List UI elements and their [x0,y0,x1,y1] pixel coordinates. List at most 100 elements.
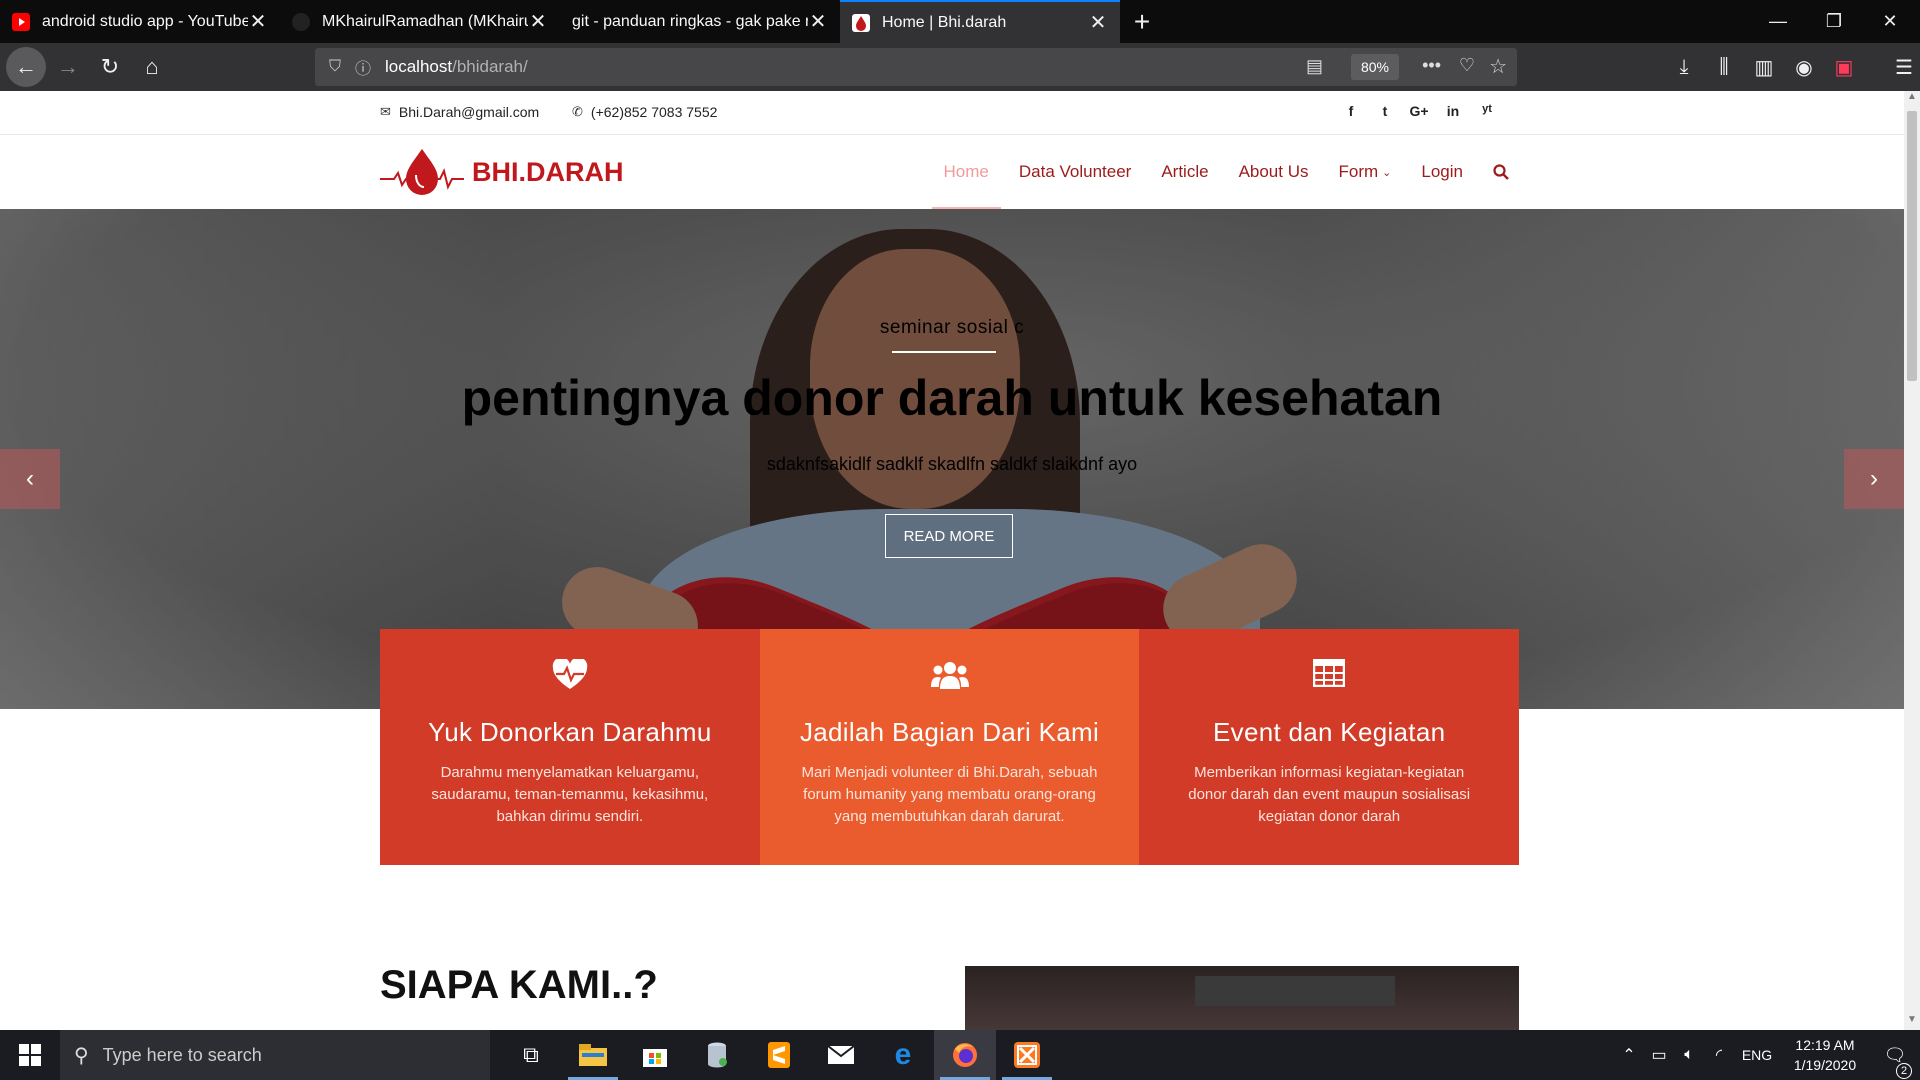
read-more-button[interactable]: READ MORE [885,514,1013,558]
chevron-down-icon: ⌄ [1382,166,1392,179]
table-icon [1139,659,1519,699]
minimize-icon[interactable]: — [1750,0,1806,43]
about-photo [965,966,1519,1030]
account-icon[interactable]: ◉ [1784,55,1824,80]
notification-count: 2 [1896,1062,1912,1079]
task-view-icon[interactable]: ⧉ [500,1030,562,1080]
clock[interactable]: 12:19 AM 1/19/2020 [1780,1035,1870,1075]
feature-title: Jadilah Bagian Dari Kami [799,717,1100,747]
battery-icon[interactable]: ▭ [1644,1045,1674,1065]
more-icon[interactable]: ••• [1422,55,1441,76]
feature-description: Mari Menjadi volunteer di Bhi.Darah, seb… [801,764,1098,825]
show-hidden-icons-icon[interactable]: ⌃ [1614,1045,1644,1065]
hero-divider [892,351,996,353]
search-icon[interactable] [1493,135,1509,209]
slider-prev-icon[interactable]: ‹ [0,449,60,509]
new-tab-icon[interactable]: + [1120,0,1164,43]
menu-icon[interactable]: ☰ [1884,55,1920,80]
navigation-toolbar: ← → ↻ ⌂ ⛉ ⓘ localhost/bhidarah/ ▤ 80% ••… [0,43,1920,91]
google-plus-icon[interactable]: G+ [1402,103,1436,119]
youtube-icon[interactable]: yt [1470,103,1504,119]
restore-icon[interactable]: ❐ [1806,0,1862,43]
file-explorer-icon[interactable] [562,1030,624,1080]
scroll-up-icon[interactable]: ▲ [1904,91,1920,107]
clock-time: 12:19 AM [1795,1037,1855,1053]
database-app-icon[interactable] [686,1030,748,1080]
browser-tab[interactable]: MKhairulRamadhan (MKhairulR ✕ [280,0,560,43]
clock-date: 1/19/2020 [1793,1057,1857,1073]
nav-form-label: Form [1338,162,1379,181]
nav-about-us[interactable]: About Us [1239,135,1309,209]
youtube-icon [12,12,30,31]
tab-title: Home | Bhi.darah [882,13,1007,31]
email-contact[interactable]: ✉ Bhi.Darah@gmail.com [380,104,539,120]
home-icon[interactable]: ⌂ [132,47,172,87]
download-icon[interactable]: ⤓ [1664,56,1704,79]
nav-data-volunteer[interactable]: Data Volunteer [1019,135,1131,209]
network-icon[interactable]: ◜ [1704,1045,1734,1065]
tab-strip: android studio app - YouTube ✕ MKhairulR… [0,0,1920,43]
system-tray: ⌃ ▭ 🔈︎ ◜ ENG 12:19 AM 1/19/2020 🗨︎ 2 [1614,1030,1920,1080]
slider-next-icon[interactable]: › [1844,449,1904,509]
forward-icon[interactable]: → [48,47,88,87]
sidebar-icon[interactable]: ▥ [1744,55,1784,80]
close-tab-icon[interactable]: ✕ [248,9,268,34]
site-header: BHI.DARAH Home Data Volunteer Article Ab… [0,135,1904,209]
main-menu: Home Data Volunteer Article About Us For… [914,135,1510,209]
social-links: f t G+ in yt [1334,103,1504,119]
linkedin-icon[interactable]: in [1436,103,1470,119]
feature-description: Darahmu menyelamatkan keluargamu, saudar… [431,764,709,825]
url-text[interactable]: localhost/bhidarah/ [385,57,528,77]
extension-icon[interactable]: ▣ [1824,55,1864,80]
browser-tab[interactable]: git - panduan ringkas - gak pake ri ✕ [560,0,840,43]
twitter-icon[interactable]: t [1368,103,1402,119]
store-icon[interactable] [624,1030,686,1080]
zoom-level[interactable]: 80% [1350,54,1399,80]
feature-title: Event dan Kegiatan [1213,717,1446,747]
info-icon[interactable]: ⓘ [349,55,377,79]
nav-article[interactable]: Article [1161,135,1208,209]
browser-tab[interactable]: android studio app - YouTube ✕ [0,0,280,43]
nav-home[interactable]: Home [931,135,1002,209]
heartbeat-icon [380,659,760,699]
hero-subline: sdaknfsakidlf sadklf skadlfn saldkf slai… [766,454,1138,474]
windows-start-icon[interactable] [0,1030,60,1080]
url-bar[interactable]: ⛉ ⓘ localhost/bhidarah/ ▤ 80% ••• ♡ ☆ [315,48,1517,86]
nav-login[interactable]: Login [1421,135,1463,209]
reader-view-icon[interactable]: ▤ [1306,56,1323,77]
phone-contact[interactable]: ✆ (+62)852 7083 7552 [572,104,717,120]
library-icon[interactable]: ⫼ [1704,56,1744,79]
scrollbar-thumb[interactable] [1907,111,1917,381]
language-indicator[interactable]: ENG [1734,1047,1780,1063]
close-window-icon[interactable]: ✕ [1862,0,1918,43]
edge-browser-icon[interactable]: e [872,1030,934,1080]
volume-icon[interactable]: 🔈︎ [1674,1046,1704,1064]
logo-text: BHI.DARAH [472,156,624,187]
search-icon: ⚲ [74,1044,89,1067]
bookmark-star-icon[interactable]: ☆ [1489,54,1507,79]
github-icon [292,12,310,31]
feature-box: Event dan Kegiatan Memberikan informasi … [1139,629,1520,865]
firefox-icon[interactable] [934,1030,996,1080]
back-icon[interactable]: ← [6,47,46,87]
pocket-icon[interactable]: ♡ [1459,55,1475,76]
action-center-icon[interactable]: 🗨︎ 2 [1870,1045,1920,1079]
users-icon [760,659,1140,699]
nav-form[interactable]: Form ⌄ [1339,135,1392,209]
mail-icon[interactable] [810,1030,872,1080]
facebook-icon[interactable]: f [1334,103,1368,119]
shield-icon[interactable]: ⛉ [321,58,349,76]
taskbar-search[interactable]: ⚲ Type here to search [60,1030,490,1080]
close-tab-icon[interactable]: ✕ [808,9,828,34]
scroll-down-icon[interactable]: ▼ [1904,1014,1920,1030]
sublime-text-icon[interactable] [748,1030,810,1080]
site-logo[interactable]: BHI.DARAH [380,145,624,199]
xampp-icon[interactable] [996,1030,1058,1080]
browser-tab-active[interactable]: Home | Bhi.darah ✕ [840,0,1120,43]
windows-taskbar: ⚲ Type here to search ⧉ e ⌃ ▭ 🔈︎ ◜ ENG 1… [0,1030,1920,1080]
feature-title: Yuk Donorkan Darahmu [428,717,712,747]
close-tab-icon[interactable]: ✕ [1088,10,1108,35]
close-tab-icon[interactable]: ✕ [528,9,548,34]
reload-icon[interactable]: ↻ [90,47,130,87]
page-scrollbar[interactable]: ▲ ▼ [1904,91,1920,1030]
